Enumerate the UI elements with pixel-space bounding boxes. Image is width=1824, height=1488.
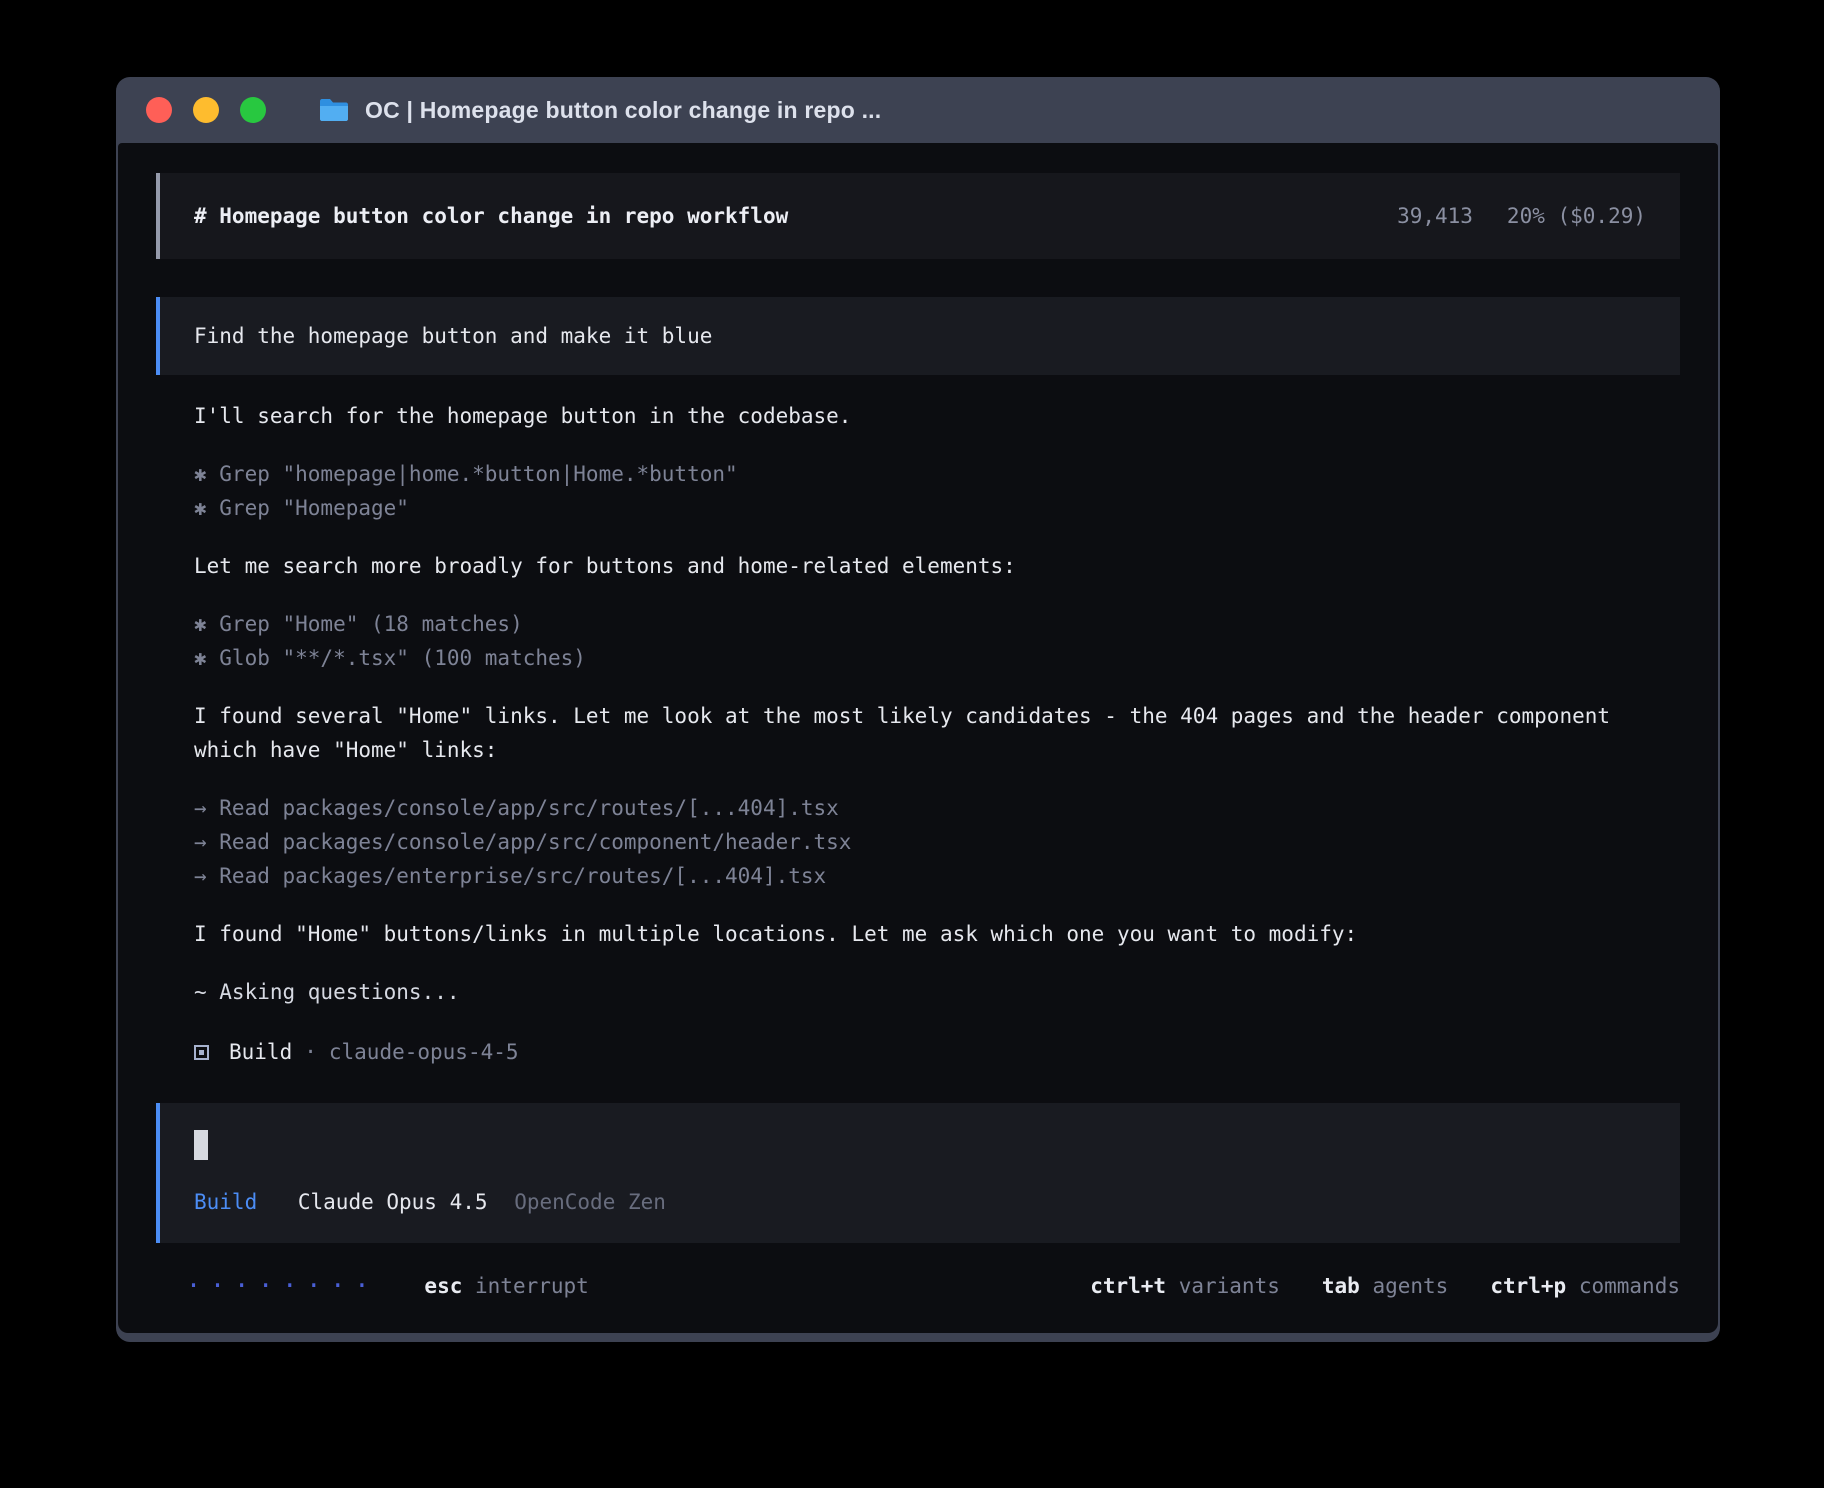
- text-cursor: [194, 1130, 208, 1160]
- glob-tool-call: ✱ Glob "**/*.tsx" (100 matches): [194, 641, 1642, 675]
- input-mode-label: Build: [194, 1190, 257, 1214]
- shortcut-key: ctrl+t: [1090, 1274, 1166, 1298]
- session-header: # Homepage button color change in repo w…: [156, 173, 1680, 259]
- interrupt-label: interrupt: [475, 1274, 589, 1298]
- read-tool-call: → Read packages/enterprise/src/routes/[.…: [194, 859, 1642, 893]
- input-meta: Build Claude Opus 4.5 OpenCode Zen: [194, 1185, 1646, 1219]
- interrupt-hint: esc interrupt: [424, 1269, 588, 1303]
- context-usage: 20% ($0.29): [1507, 199, 1646, 233]
- shortcut-key: tab: [1322, 1274, 1360, 1298]
- assistant-transcript: I'll search for the homepage button in t…: [156, 375, 1680, 1069]
- grep-tool-call: ✱ Grep "Homepage": [194, 491, 1642, 525]
- esc-key-label: esc: [424, 1274, 462, 1298]
- assistant-text: I found "Home" buttons/links in multiple…: [194, 917, 1642, 951]
- assistant-text: Let me search more broadly for buttons a…: [194, 549, 1642, 583]
- tool-call-group: ✱ Grep "Home" (18 matches) ✱ Glob "**/*.…: [194, 607, 1642, 675]
- agent-model: claude-opus-4-5: [329, 1035, 519, 1069]
- minimize-button[interactable]: [193, 97, 219, 123]
- shortcut-label: variants: [1179, 1274, 1280, 1298]
- traffic-lights: [146, 97, 266, 123]
- input-model-label: Claude Opus 4.5: [298, 1190, 488, 1214]
- titlebar: OC | Homepage button color change in rep…: [118, 77, 1718, 143]
- statusbar: ········ esc interrupt ctrl+t variants t…: [156, 1269, 1680, 1303]
- shortcut-label: commands: [1579, 1274, 1680, 1298]
- close-button[interactable]: [146, 97, 172, 123]
- shortcut-commands: ctrl+p commands: [1490, 1269, 1680, 1303]
- session-title: # Homepage button color change in repo w…: [194, 199, 788, 233]
- input-provider-label: OpenCode Zen: [514, 1190, 666, 1214]
- user-message: Find the homepage button and make it blu…: [156, 297, 1680, 375]
- shortcut-agents: tab agents: [1322, 1269, 1448, 1303]
- square-dot-icon: [194, 1045, 209, 1060]
- shortcut-key: ctrl+p: [1490, 1274, 1566, 1298]
- read-tool-call: → Read packages/console/app/src/componen…: [194, 825, 1642, 859]
- titlebar-title-group: OC | Homepage button color change in rep…: [318, 97, 881, 124]
- folder-icon: [318, 97, 350, 123]
- window-title: OC | Homepage button color change in rep…: [365, 97, 881, 124]
- agent-badge: Build · claude-opus-4-5: [194, 1035, 1642, 1069]
- spinner-dots-icon: ········: [186, 1269, 378, 1303]
- token-count: 39,413: [1397, 199, 1473, 233]
- shortcut-variants: ctrl+t variants: [1090, 1269, 1280, 1303]
- terminal-window: OC | Homepage button color change in rep…: [116, 77, 1720, 1342]
- zoom-button[interactable]: [240, 97, 266, 123]
- shortcut-hints: ctrl+t variants tab agents ctrl+p comman…: [1090, 1269, 1680, 1303]
- assistant-text: I found several "Home" links. Let me loo…: [194, 699, 1642, 767]
- session-stats: 39,413 20% ($0.29): [1397, 199, 1646, 233]
- shortcut-label: agents: [1372, 1274, 1448, 1298]
- working-status: ~ Asking questions...: [194, 975, 1642, 1009]
- tool-call-group: ✱ Grep "homepage|home.*button|Home.*butt…: [194, 457, 1642, 525]
- agent-name: Build: [229, 1035, 292, 1069]
- assistant-text: I'll search for the homepage button in t…: [194, 399, 1642, 433]
- prompt-input[interactable]: Build Claude Opus 4.5 OpenCode Zen: [156, 1103, 1680, 1243]
- tool-call-group: → Read packages/console/app/src/routes/[…: [194, 791, 1642, 893]
- grep-tool-call: ✱ Grep "homepage|home.*button|Home.*butt…: [194, 457, 1642, 491]
- terminal-content: # Homepage button color change in repo w…: [118, 143, 1718, 1333]
- grep-tool-call: ✱ Grep "Home" (18 matches): [194, 607, 1642, 641]
- read-tool-call: → Read packages/console/app/src/routes/[…: [194, 791, 1642, 825]
- agent-separator: ·: [304, 1035, 317, 1069]
- user-message-text: Find the homepage button and make it blu…: [194, 324, 712, 348]
